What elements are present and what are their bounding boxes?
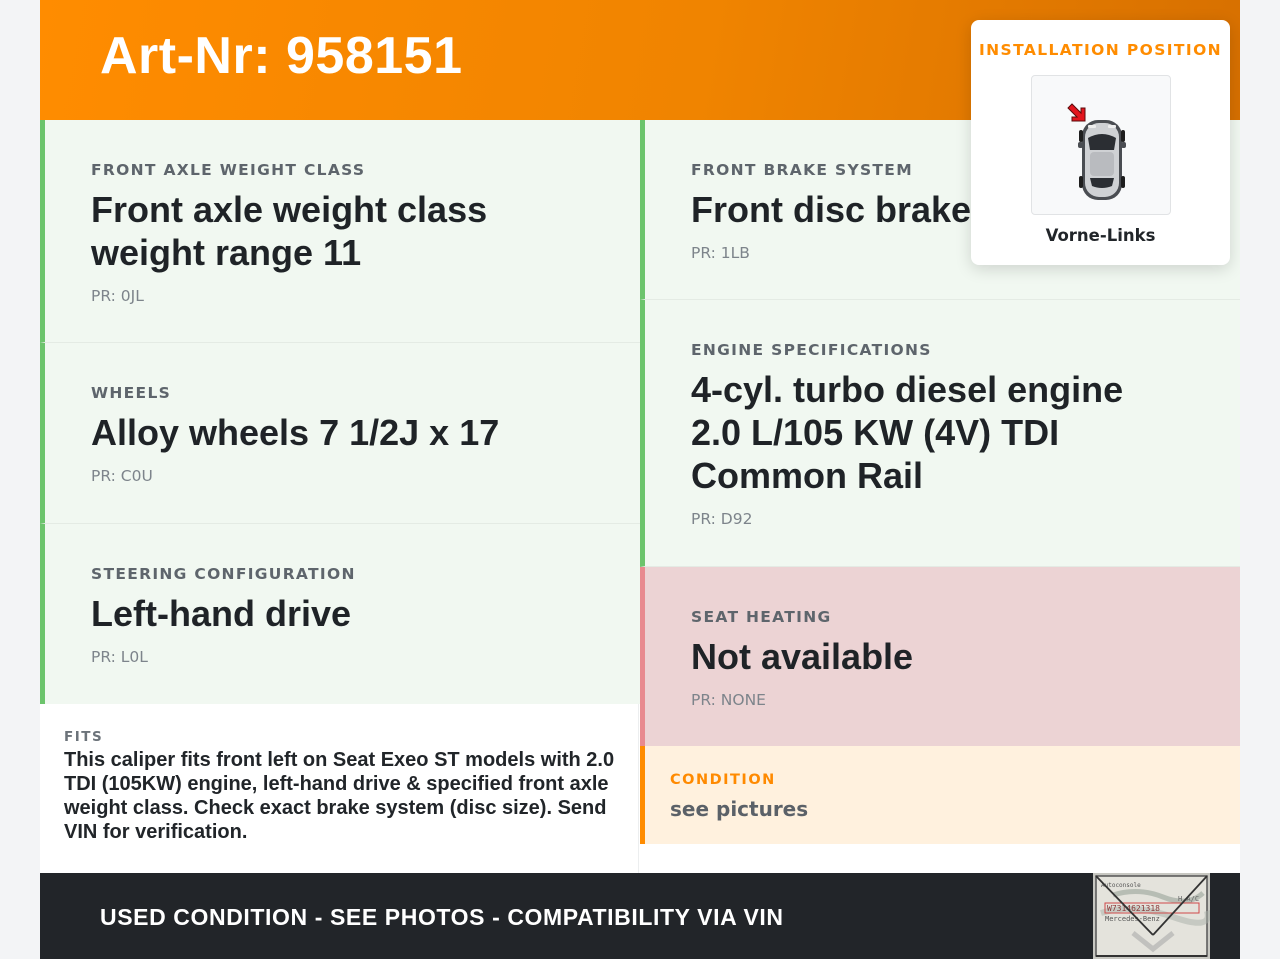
- part-label-photo[interactable]: Autoconsole H A/C W7314621318 Mercedes-B…: [1093, 873, 1210, 959]
- spec-pr-code: PR: L0L: [91, 648, 148, 666]
- installation-position-value: Vorne-Links: [1045, 226, 1156, 245]
- fits-description: This caliper fits front left on Seat Exe…: [64, 749, 615, 843]
- spec-label: WHEELS: [91, 384, 172, 402]
- part-label-image: Autoconsole H A/C W7314621318 Mercedes-B…: [1093, 873, 1210, 959]
- footer-bar: USED CONDITION - SEE PHOTOS - COMPATIBIL…: [40, 873, 1240, 959]
- condition-section: CONDITION see pictures: [640, 746, 1240, 844]
- spec-label: SEAT HEATING: [691, 608, 832, 626]
- spec-card-seat-heating: SEAT HEATING Not available PR: NONE: [640, 567, 1240, 746]
- spec-card-front-axle: FRONT AXLE WEIGHT CLASS Front axle weigh…: [40, 120, 640, 343]
- spec-pr-code: PR: D92: [691, 510, 753, 528]
- article-number-title: Art-Nr: 958151: [100, 27, 463, 85]
- product-sheet: Art-Nr: 958151 FRONT AXLE WEIGHT CLASS F…: [40, 0, 1240, 959]
- spec-value: Not available: [691, 636, 914, 677]
- fits-label: FITS: [64, 729, 104, 745]
- label-code: W7314621318: [1107, 904, 1160, 913]
- spec-label: STEERING CONFIGURATION: [91, 565, 356, 583]
- fits-section: FITS This caliper fits front left on Sea…: [40, 704, 639, 873]
- spec-card-wheels: WHEELS Alloy wheels 7 1/2J x 17 PR: C0U: [40, 343, 640, 524]
- car-icon: [1078, 120, 1126, 200]
- spec-label: FRONT AXLE WEIGHT CLASS: [91, 161, 366, 179]
- spec-label: ENGINE SPECIFICATIONS: [691, 341, 932, 359]
- installation-title: INSTALLATION POSITION: [978, 41, 1223, 59]
- spec-pr-code: PR: C0U: [91, 467, 153, 485]
- spec-value: Left-hand drive: [91, 593, 352, 634]
- condition-label: CONDITION: [670, 772, 776, 788]
- spec-card-engine: ENGINE SPECIFICATIONS 4-cyl. turbo diese…: [640, 300, 1240, 567]
- condition-value: see pictures: [670, 797, 809, 821]
- spec-pr-code: PR: NONE: [691, 691, 766, 709]
- spec-card-steering: STEERING CONFIGURATION Left-hand drive P…: [40, 524, 640, 704]
- installation-position-card: INSTALLATION POSITION Vorne-Links: [971, 20, 1230, 265]
- car-top-view: [1031, 75, 1171, 215]
- spec-value: Front axle weight class weight range 11: [91, 189, 488, 273]
- footer-notice: USED CONDITION - SEE PHOTOS - COMPATIBIL…: [100, 904, 784, 930]
- spec-value: Alloy wheels 7 1/2J x 17: [91, 412, 500, 453]
- arrow-down-right-icon: [1067, 103, 1086, 122]
- spec-pr-code: PR: 0JL: [91, 287, 144, 305]
- spec-value: 4-cyl. turbo diesel engine 2.0 L/105 KW …: [691, 369, 1124, 496]
- label-brand: Mercedes-Benz: [1105, 915, 1160, 923]
